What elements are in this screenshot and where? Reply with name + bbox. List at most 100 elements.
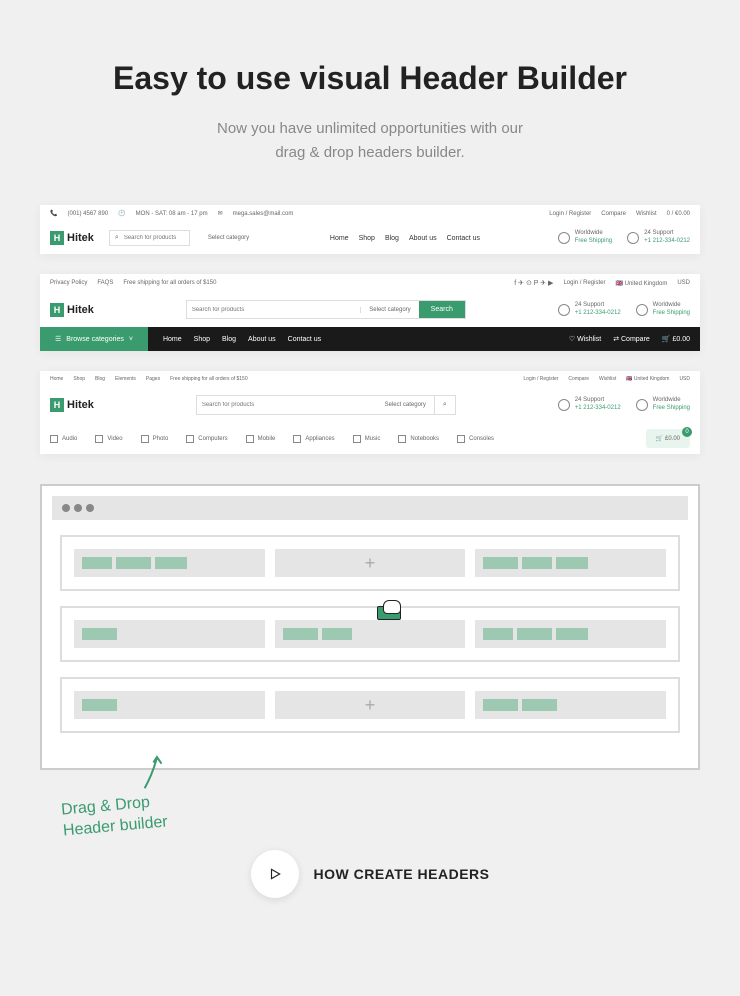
category-select[interactable]: Select category: [377, 402, 434, 408]
builder-row-1[interactable]: +: [60, 535, 680, 591]
country-select[interactable]: 🇬🇧 United Kingdom: [626, 376, 669, 382]
cat-music[interactable]: Music: [353, 435, 381, 443]
compare-link[interactable]: ⇄ Compare: [613, 335, 650, 343]
page-title: Easy to use visual Header Builder: [40, 60, 700, 97]
browser-chrome: [52, 496, 688, 520]
nav-elements[interactable]: Elements: [115, 376, 136, 382]
faqs-link[interactable]: FAQS: [97, 280, 113, 286]
browse-categories[interactable]: ☰ Browse categories ˅: [40, 327, 148, 351]
builder-block[interactable]: [283, 628, 318, 640]
search-box[interactable]: ⌕: [109, 230, 190, 246]
currency-select[interactable]: USD: [677, 280, 690, 286]
builder-cell[interactable]: [74, 691, 265, 719]
arrow-icon: [137, 752, 170, 794]
search-input[interactable]: [187, 302, 360, 318]
builder-block[interactable]: [556, 557, 588, 569]
nav-about[interactable]: About us: [248, 336, 276, 343]
builder-block[interactable]: [522, 699, 557, 711]
person-icon: [627, 232, 639, 244]
login-link[interactable]: Login / Register: [549, 211, 591, 217]
cat-computers[interactable]: Computers: [186, 435, 227, 443]
social-icons[interactable]: f ✈ ⊙ P ✈ ▶: [514, 279, 553, 287]
builder-block[interactable]: [483, 699, 518, 711]
builder-cell[interactable]: [74, 549, 265, 577]
nav-home[interactable]: Home: [330, 235, 349, 242]
cat-audio[interactable]: Audio: [50, 435, 77, 443]
search-box[interactable]: Select category Search: [186, 300, 466, 319]
search-button[interactable]: Search: [419, 301, 465, 318]
wishlist-link[interactable]: ♡ Wishlist: [569, 335, 601, 343]
nav-shop[interactable]: Shop: [359, 235, 375, 242]
logo[interactable]: H Hitek: [50, 303, 94, 317]
nav-contact[interactable]: Contact us: [447, 235, 480, 242]
cart-link[interactable]: 0 / €0.00: [667, 211, 690, 217]
cat-notebooks[interactable]: Notebooks: [398, 435, 439, 443]
builder-block[interactable]: [116, 557, 151, 569]
builder-cell-empty[interactable]: +: [275, 549, 466, 577]
mobile-icon: [246, 435, 254, 443]
builder-cell[interactable]: [475, 691, 666, 719]
builder-block[interactable]: [82, 557, 112, 569]
builder-block[interactable]: [155, 557, 187, 569]
builder-block[interactable]: [82, 699, 117, 711]
nav-blog[interactable]: Blog: [95, 376, 105, 382]
logo-icon: H: [50, 303, 64, 317]
cat-appliances[interactable]: Appliances: [293, 435, 334, 443]
wishlist-link[interactable]: Wishlist: [636, 211, 657, 217]
music-icon: [353, 435, 361, 443]
country-select[interactable]: 🇬🇧 United Kingdom: [615, 280, 667, 287]
category-select[interactable]: Select category: [205, 232, 252, 244]
login-link[interactable]: Login / Register: [563, 280, 605, 286]
builder-cell[interactable]: [475, 549, 666, 577]
nav-about[interactable]: About us: [409, 235, 437, 242]
nav-blog[interactable]: Blog: [222, 336, 236, 343]
builder-block[interactable]: [483, 557, 518, 569]
search-icon: ⌕: [115, 234, 119, 242]
search-input[interactable]: [124, 235, 184, 241]
cat-consoles[interactable]: Consoles: [457, 435, 494, 443]
category-select[interactable]: Select category: [360, 307, 418, 313]
person-icon: [558, 304, 570, 316]
privacy-link[interactable]: Privacy Policy: [50, 280, 87, 286]
builder-cell[interactable]: [475, 620, 666, 648]
search-button[interactable]: ⌕: [434, 396, 455, 414]
currency-select[interactable]: USD: [679, 376, 690, 382]
cart-link[interactable]: 🛒 £0.00: [662, 335, 690, 343]
search-box[interactable]: Select category ⌕: [196, 395, 456, 415]
nav-shop[interactable]: Shop: [194, 336, 210, 343]
builder-block[interactable]: [517, 628, 552, 640]
builder-row-2[interactable]: [60, 606, 680, 662]
nav-home[interactable]: Home: [163, 336, 182, 343]
builder-cell-empty[interactable]: +: [275, 691, 466, 719]
search-input[interactable]: [197, 397, 377, 413]
logo[interactable]: H Hitek: [50, 398, 94, 412]
builder-cell-active[interactable]: [275, 620, 466, 648]
builder-block[interactable]: [483, 628, 513, 640]
appliance-icon: [293, 435, 301, 443]
play-button[interactable]: [251, 850, 299, 898]
wishlist-link[interactable]: Wishlist: [599, 376, 616, 382]
compare-link[interactable]: Compare: [568, 376, 589, 382]
cat-photo[interactable]: Photo: [141, 435, 169, 443]
page-subtitle: Now you have unlimited opportunities wit…: [40, 117, 700, 165]
cart-button[interactable]: 🛒 £0.00 0: [646, 429, 690, 448]
builder-block[interactable]: [556, 628, 588, 640]
builder-block[interactable]: [322, 628, 352, 640]
nav-contact[interactable]: Contact us: [288, 336, 321, 343]
nav-shop[interactable]: Shop: [73, 376, 85, 382]
nav-home[interactable]: Home: [50, 376, 63, 382]
builder-block[interactable]: [522, 557, 552, 569]
cta[interactable]: HOW CREATE HEADERS: [40, 850, 700, 898]
compare-link[interactable]: Compare: [601, 211, 626, 217]
login-link[interactable]: Login / Register: [523, 376, 558, 382]
builder-cell[interactable]: [74, 620, 265, 648]
nav-blog[interactable]: Blog: [385, 235, 399, 242]
builder-block[interactable]: [82, 628, 117, 640]
cat-video[interactable]: Video: [95, 435, 122, 443]
cat-mobile[interactable]: Mobile: [246, 435, 276, 443]
globe-icon: [636, 399, 648, 411]
nav-pages[interactable]: Pages: [146, 376, 160, 382]
logo[interactable]: H Hitek: [50, 231, 94, 245]
console-icon: [457, 435, 465, 443]
builder-row-3[interactable]: +: [60, 677, 680, 733]
